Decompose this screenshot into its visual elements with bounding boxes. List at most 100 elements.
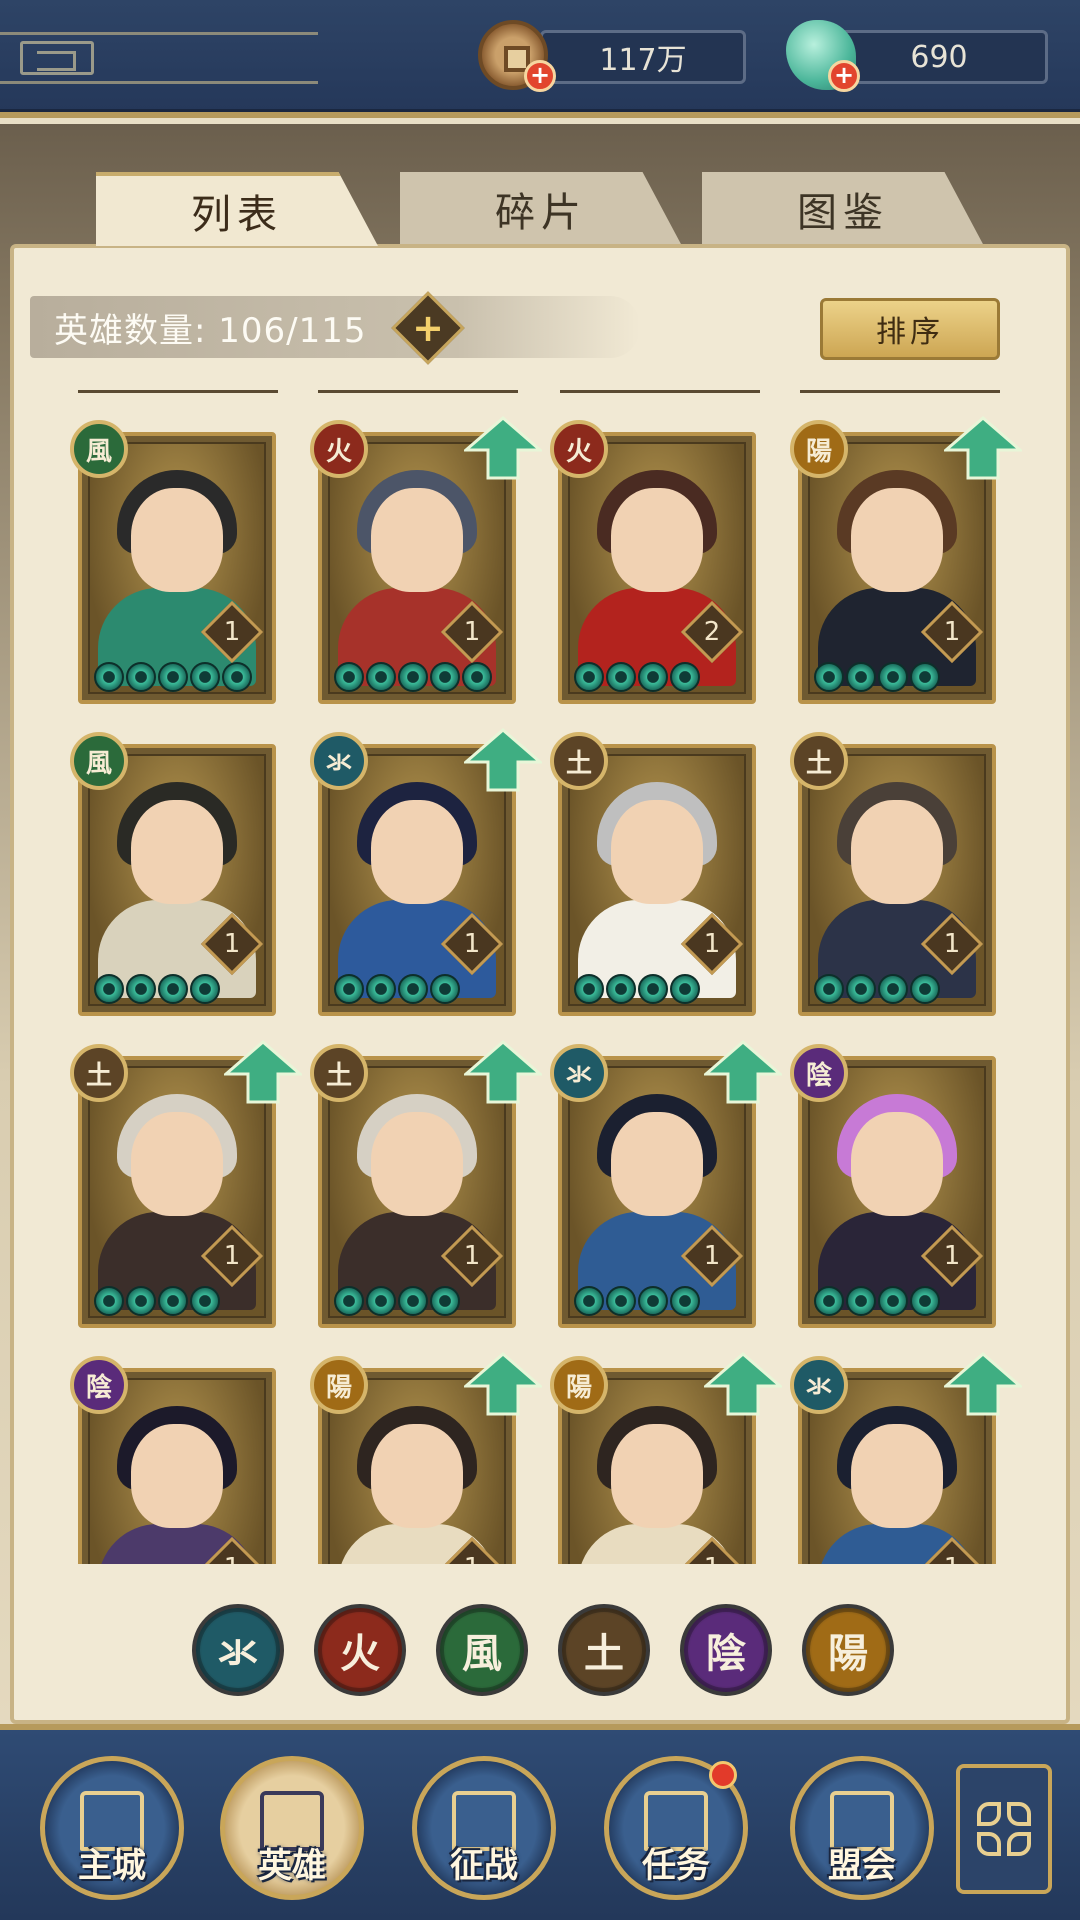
level-value: 1 (463, 1241, 481, 1271)
more-menu-button[interactable] (956, 1764, 1052, 1894)
add-coins-button[interactable]: + (524, 60, 556, 92)
star-rating (94, 974, 220, 1004)
jade-star-icon (638, 1286, 668, 1316)
hero-count-bar: 英雄数量: 106/115 (30, 296, 640, 358)
jade-star-icon (910, 974, 940, 1004)
star-rating (814, 974, 940, 1004)
jade-star-icon (846, 974, 876, 1004)
upgrade-arrow-icon (464, 1352, 542, 1416)
tab-label: 列表 (191, 192, 283, 238)
sort-button[interactable]: 排序 (820, 298, 1000, 360)
upgrade-arrow-icon (224, 1040, 302, 1104)
jade-star-icon (910, 662, 940, 692)
element-earth-badge: 土 (310, 1044, 368, 1102)
jade-counter: 690 (830, 30, 1048, 84)
filter-fire-button[interactable]: 火 (314, 1604, 406, 1696)
hero-portrait (808, 754, 986, 1006)
jade-star-icon (846, 1286, 876, 1316)
star-rating (574, 974, 700, 1004)
hero-portrait (88, 442, 266, 694)
level-value: 1 (463, 617, 481, 647)
jade-star-icon (846, 662, 876, 692)
star-rating (574, 1286, 700, 1316)
element-earth-badge: 土 (790, 732, 848, 790)
element-fire-badge: 火 (550, 420, 608, 478)
nav-label: 英雄 (258, 1846, 326, 1886)
column-divider (560, 390, 760, 393)
jade-star-icon (638, 974, 668, 1004)
nav-label: 盟会 (828, 1846, 896, 1886)
jade-star-icon (606, 662, 636, 692)
level-value: 1 (223, 1241, 241, 1271)
flower-menu-icon (977, 1802, 1031, 1856)
jade-star-icon (878, 662, 908, 692)
nav-label: 任务 (642, 1846, 710, 1886)
jade-star-icon (430, 662, 460, 692)
jade-star-icon (670, 974, 700, 1004)
coin-counter: 117万 (540, 30, 746, 84)
jade-star-icon (670, 1286, 700, 1316)
top-bar-ornament (0, 32, 318, 84)
nav-item-2[interactable]: 征战 (412, 1756, 556, 1900)
level-value: 1 (213, 1549, 251, 1564)
jade-star-icon (126, 974, 156, 1004)
level-value: 1 (223, 617, 241, 647)
filter-wind-button[interactable]: 風 (436, 1604, 528, 1696)
level-value: 2 (703, 617, 721, 647)
element-water-badge: 氺 (310, 732, 368, 790)
jade-star-icon (606, 1286, 636, 1316)
element-wind-badge: 風 (70, 420, 128, 478)
element-earth-badge: 土 (550, 732, 608, 790)
jade-star-icon (126, 662, 156, 692)
column-divider (78, 390, 278, 393)
tab-list[interactable]: 列表 (96, 172, 378, 246)
upgrade-arrow-icon (944, 1352, 1022, 1416)
element-yang-badge: 陽 (550, 1356, 608, 1414)
tab-label: 图鉴 (797, 190, 889, 236)
level-value: 1 (223, 929, 241, 959)
add-jade-button[interactable]: + (828, 60, 860, 92)
jade-star-icon (878, 974, 908, 1004)
element-wind-badge: 風 (70, 732, 128, 790)
coin-value: 117万 (599, 43, 687, 78)
filter-earth-button[interactable]: 土 (558, 1604, 650, 1696)
nav-item-4[interactable]: 盟会 (790, 1756, 934, 1900)
level-value: 1 (703, 929, 721, 959)
jade-value: 690 (910, 39, 968, 75)
filter-yang-button[interactable]: 陽 (802, 1604, 894, 1696)
element-yang-badge: 陽 (310, 1356, 368, 1414)
filter-water-button[interactable]: 氺 (192, 1604, 284, 1696)
jade-star-icon (334, 974, 364, 1004)
nav-item-1[interactable]: 英雄 (220, 1756, 364, 1900)
nav-item-0[interactable]: 主城 (40, 1756, 184, 1900)
jade-star-icon (814, 974, 844, 1004)
tab-fragments[interactable]: 碎片 (400, 172, 682, 246)
jade-star-icon (814, 1286, 844, 1316)
jade-star-icon (366, 974, 396, 1004)
element-yin-badge: 陰 (70, 1356, 128, 1414)
nav-item-3[interactable]: 任务 (604, 1756, 748, 1900)
element-fire-badge: 火 (310, 420, 368, 478)
plus-icon: + (412, 306, 444, 350)
hero-grid: 1 風 1 火 2 火 1 陽 1 風 1 氺 1 土 1 土 1 土 1 土 1 氺 1 陰 1 陰 1 陽 1 陽 1 氺 (40, 414, 1040, 1564)
filter-yin-button[interactable]: 陰 (680, 1604, 772, 1696)
tab-codex[interactable]: 图鉴 (702, 172, 984, 246)
nav-label: 主城 (78, 1846, 146, 1886)
hero-portrait (88, 754, 266, 1006)
nav-label: 征战 (450, 1846, 518, 1886)
jade-star-icon (398, 1286, 428, 1316)
hero-portrait (568, 442, 746, 694)
jade-star-icon (398, 662, 428, 692)
element-yang-badge: 陽 (790, 420, 848, 478)
element-earth-badge: 土 (70, 1044, 128, 1102)
jade-star-icon (158, 662, 188, 692)
hero-count-label: 英雄数量: 106/115 (54, 310, 367, 351)
jade-star-icon (94, 662, 124, 692)
tab-label: 碎片 (495, 190, 587, 236)
jade-star-icon (94, 1286, 124, 1316)
jade-star-icon (430, 1286, 460, 1316)
jade-star-icon (366, 662, 396, 692)
jade-star-icon (158, 974, 188, 1004)
jade-star-icon (334, 662, 364, 692)
jade-star-icon (94, 974, 124, 1004)
